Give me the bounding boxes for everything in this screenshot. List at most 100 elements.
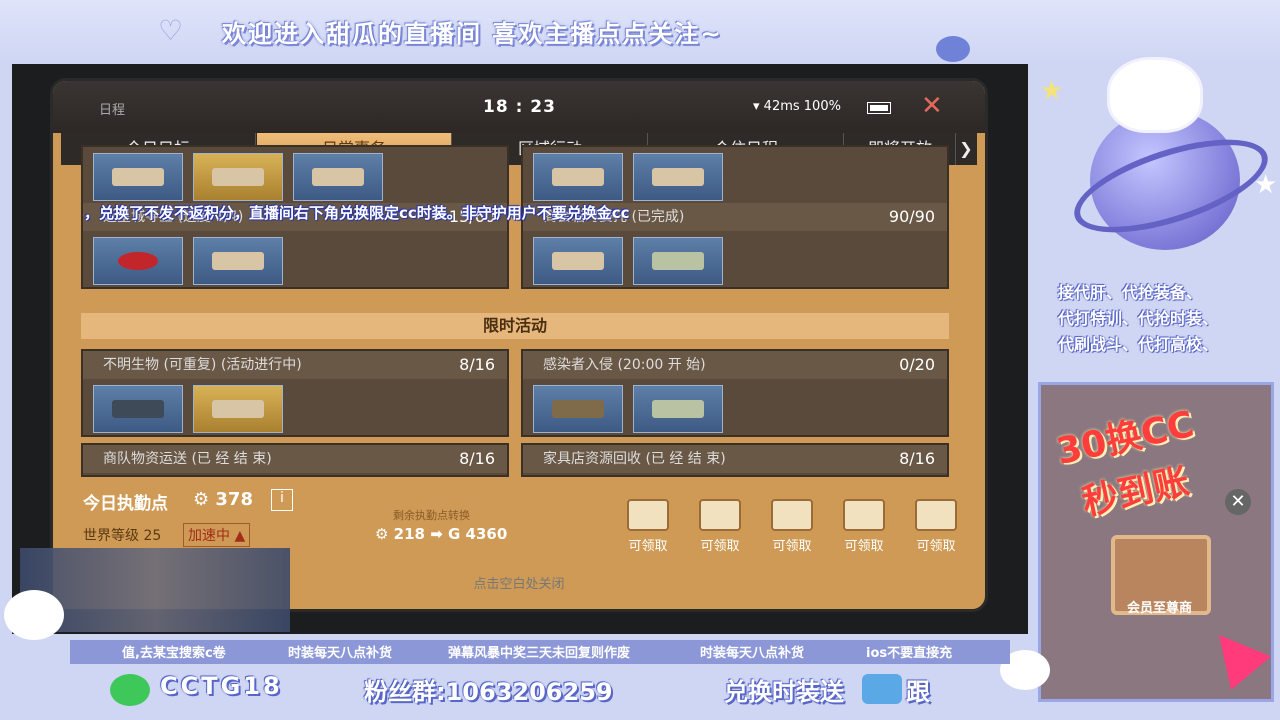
chest-icon — [627, 499, 669, 531]
ticker-bar: 值,去某宝搜索c卷 时装每天八点补货 弹幕风暴中奖三天未回复则作废 时装每天八点… — [70, 640, 1010, 664]
task-header: 感染者入侵 (20:00 开 始) 0/20 — [523, 351, 947, 379]
chest-label: 可领取 — [844, 539, 884, 554]
close-icon[interactable]: ✕ — [1225, 489, 1251, 515]
reward-row — [523, 231, 947, 287]
fans-group: 粉丝群:1063206259 — [364, 678, 613, 706]
reward-item[interactable] — [93, 237, 183, 285]
star-icon: ★ — [1254, 170, 1278, 200]
reward-item[interactable] — [633, 153, 723, 201]
task-title: 不明生物 (可重复) (活动进行中) — [103, 357, 302, 373]
battery-icon — [867, 102, 891, 114]
service-line: 代打特训、代抢时装、 — [1058, 309, 1219, 328]
reward-item[interactable] — [293, 153, 383, 201]
task-count: 8/16 — [899, 449, 935, 468]
reward-row — [523, 379, 947, 435]
reward-row — [523, 147, 947, 203]
schedule-window: 日程 18 : 23 ▾ 42ms 100% ✕ 今日目标 ✓ 日常事务 区域行… — [50, 78, 988, 612]
duty-points-value: 378 — [215, 489, 253, 510]
ticker-item: 弹幕风暴中奖三天未回复则作废 — [448, 646, 631, 661]
task-header: 家具店资源回收 (已 经 结 束) 8/16 — [523, 445, 947, 473]
task-card[interactable]: 感染者入侵 (20:00 开 始) 0/20 — [521, 349, 949, 437]
conversion-to: 4360 — [465, 525, 508, 543]
heart-icon: ♡ — [158, 14, 184, 47]
task-count: 0/20 — [899, 355, 935, 374]
wechat-icon — [110, 674, 150, 706]
ticker-item: 时装每天八点补货 — [288, 646, 393, 661]
promo-caption: 会员至尊商 — [1127, 601, 1193, 616]
info-icon[interactable]: i — [271, 489, 293, 511]
reward-chest[interactable]: 可领取 — [691, 499, 749, 554]
bunny-decoration — [4, 590, 64, 640]
task-header: 商队物资运送 (已 经 结 束) 8/16 — [83, 445, 507, 473]
service-line: 接代肝、代抢装备、 — [1058, 283, 1203, 302]
chest-icon — [771, 499, 813, 531]
promo-ad[interactable]: 30换CC 秒到账 ✕ 会员至尊商 — [1038, 382, 1274, 702]
task-card[interactable]: 不明生物 (可重复) (活动进行中) 8/16 — [81, 349, 509, 437]
exchange-badge-icon — [862, 674, 902, 704]
reward-item[interactable] — [533, 385, 623, 433]
service-line: 代刷战斗、代打高校、 — [1058, 335, 1219, 354]
reward-chest[interactable]: 可领取 — [835, 499, 893, 554]
world-level: 世界等级 25 — [83, 528, 162, 544]
status-bar: 日程 18 : 23 ▾ 42ms 100% ✕ — [53, 81, 985, 133]
chest-label: 可领取 — [700, 539, 740, 554]
task-title: 家具店资源回收 (已 经 结 束) — [543, 451, 726, 467]
conversion-title: 剩余执勤点转换 — [393, 509, 470, 522]
reward-chest[interactable]: 可领取 — [619, 499, 677, 554]
pointer-arrow-icon — [1199, 618, 1271, 690]
ticker-item: 值,去某宝搜索c卷 — [122, 646, 226, 661]
task-header: 不明生物 (可重复) (活动进行中) 8/16 — [83, 351, 507, 379]
speed-label: 加速中 — [188, 528, 230, 544]
reward-item[interactable] — [193, 385, 283, 433]
follow-text: 跟 — [906, 678, 930, 706]
duty-label: 今日执勤点 — [83, 494, 168, 514]
exchange-text: 兑换时装送 — [724, 678, 844, 706]
stream-footer: CCTG18 粉丝群:1063206259 兑换时装送 跟 — [0, 664, 1030, 720]
window-title: 日程 — [99, 103, 126, 118]
section-title: 限时活动 — [81, 313, 949, 339]
reward-item[interactable] — [193, 153, 283, 201]
task-count: 90/90 — [888, 207, 935, 226]
task-card[interactable]: 家具店资源回收 (已 经 结 束) 8/16 — [521, 443, 949, 477]
chest-label: 可领取 — [628, 539, 668, 554]
conversion-from: 218 — [393, 525, 425, 543]
reward-row — [83, 379, 507, 435]
close-icon[interactable]: ✕ — [921, 91, 943, 121]
task-title: 商队物资运送 (已 经 结 束) — [103, 451, 272, 467]
planet-icon — [936, 36, 970, 62]
reward-chest[interactable]: 可领取 — [763, 499, 821, 554]
reward-chest[interactable]: 可领取 — [907, 499, 965, 554]
speed-badge[interactable]: 加速中 ▲ — [183, 523, 251, 547]
chest-icon — [915, 499, 957, 531]
ticker-item: 时装每天八点补货 — [700, 646, 805, 661]
network-text: 42ms 100% — [763, 99, 841, 114]
reward-item[interactable] — [193, 237, 283, 285]
reward-item[interactable] — [93, 153, 183, 201]
stream-banner: 欢迎进入甜瓜的直播间 喜欢主播点点关注~ — [222, 20, 723, 48]
service-list: 接代肝、代抢装备、 代打特训、代抢时装、 代刷战斗、代打高校、 — [1058, 280, 1268, 358]
reward-item[interactable] — [533, 153, 623, 201]
stream-notice: ，兑换了不发不返积分，直播间右下角兑换限定cc时装。非守护用户不要兑换金cc — [84, 204, 630, 222]
chevron-right-icon[interactable]: ❯ — [955, 133, 977, 165]
reward-row — [83, 231, 507, 287]
duty-points: ⚙ 378 — [193, 489, 253, 510]
bear-decoration — [1110, 60, 1200, 130]
chest-label: 可领取 — [772, 539, 812, 554]
task-title: 感染者入侵 (20:00 开 始) — [543, 357, 706, 373]
chest-icon — [843, 499, 885, 531]
reward-item[interactable] — [533, 237, 623, 285]
stream-header: ♡ 欢迎进入甜瓜的直播间 喜欢主播点点关注~ — [0, 0, 1280, 62]
reward-item[interactable] — [93, 385, 183, 433]
ticker-item: ios不要直接充 — [866, 646, 953, 661]
clock: 18 : 23 — [483, 97, 556, 117]
wechat-id: CCTG18 — [160, 672, 283, 700]
chest-label: 可领取 — [916, 539, 956, 554]
task-count: 8/16 — [459, 355, 495, 374]
conversion-value: ⚙ 218 ➡ G 4360 — [375, 525, 508, 543]
task-card[interactable]: 商队物资运送 (已 经 结 束) 8/16 — [81, 443, 509, 477]
reward-item[interactable] — [633, 385, 723, 433]
reward-row — [83, 147, 507, 203]
chest-icon — [699, 499, 741, 531]
reward-item[interactable] — [633, 237, 723, 285]
task-count: 8/16 — [459, 449, 495, 468]
